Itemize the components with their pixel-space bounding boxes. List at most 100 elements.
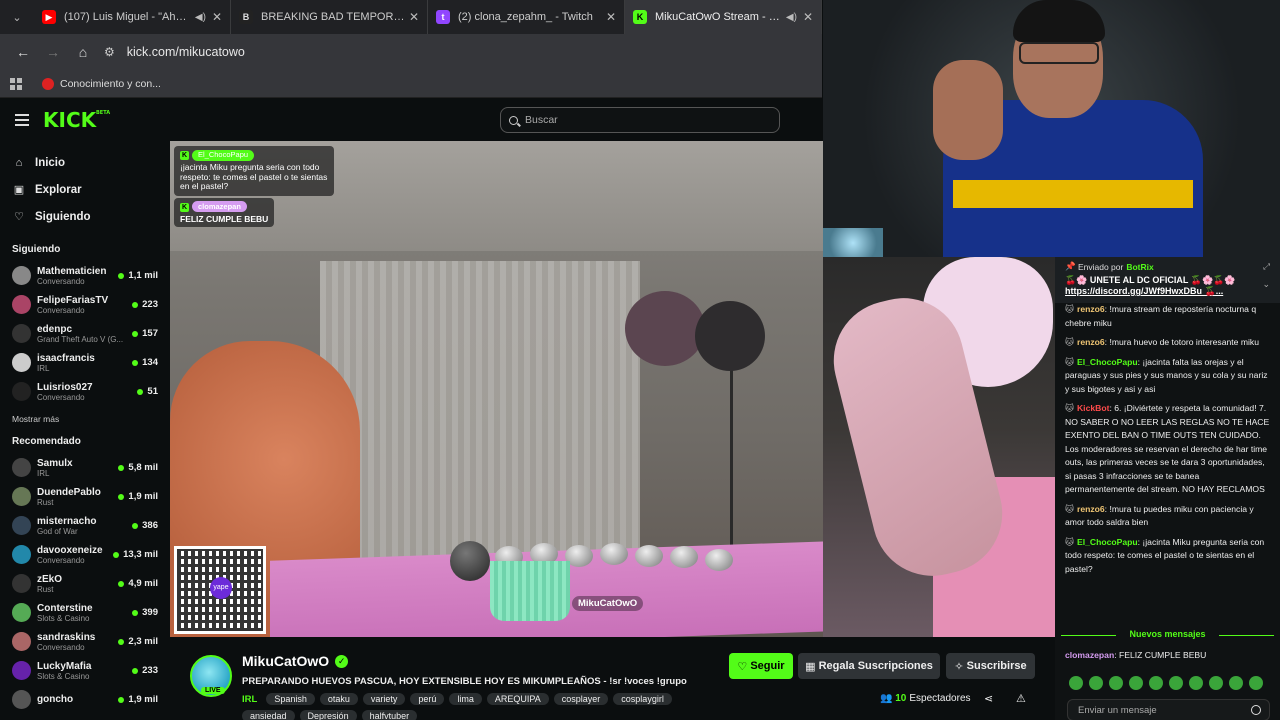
- channel-viewers: 1,1 mil: [118, 270, 158, 281]
- pinned-link[interactable]: https://discord.gg/JWf9HwxDBu 🍒...: [1065, 286, 1270, 297]
- verified-icon: ✓: [335, 654, 349, 668]
- chat-username[interactable]: El_ChocoPapu: [1077, 537, 1138, 547]
- follow-button[interactable]: ♡ Seguir: [729, 653, 793, 679]
- emote-icon[interactable]: [1109, 676, 1123, 690]
- sidebar-channel[interactable]: isaacfrancis IRL 134: [0, 348, 170, 377]
- channel-category: Conversando: [37, 305, 85, 315]
- stream-tag[interactable]: lima: [449, 693, 482, 705]
- chat-overlay-message: K El_ChocoPapu ¡jacinta Miku pregunta ser…: [174, 146, 334, 197]
- tab-title: MikuCatOwO Stream - Watch Live on Kick: [655, 11, 780, 23]
- search-input[interactable]: Buscar: [500, 107, 780, 133]
- video-scene-hat: [625, 291, 705, 366]
- streamer-name[interactable]: MikuCatOwO ✓: [242, 653, 349, 669]
- menu-icon[interactable]: [15, 111, 29, 129]
- apps-icon[interactable]: [10, 77, 22, 90]
- heart-icon: ♡: [14, 211, 24, 223]
- sidebar-channel[interactable]: LuckyMafia Slots & Casino 233: [0, 656, 170, 685]
- url-field[interactable]: ⚙ kick.com/mikucatowo: [104, 38, 822, 66]
- chevron-down-icon[interactable]: ⌄: [1262, 279, 1270, 290]
- overlay-text: FELIZ CUMPLE BEBU: [180, 214, 269, 224]
- close-tab-icon[interactable]: ✕: [803, 10, 813, 24]
- browser-tab-active[interactable]: K MikuCatOwO Stream - Watch Live on Kick…: [625, 0, 822, 34]
- chat-username[interactable]: KickBot: [1077, 403, 1109, 413]
- home-icon[interactable]: ⌂: [68, 37, 98, 67]
- sidebar-channel[interactable]: edenpc Grand Theft Auto V (G... 157: [0, 319, 170, 348]
- nav-siguiendo[interactable]: ♡ Siguiendo: [0, 203, 170, 230]
- star-icon: ✧: [954, 660, 967, 673]
- stream-category[interactable]: IRL: [242, 694, 257, 705]
- emote-icon[interactable]: [1069, 676, 1083, 690]
- video-player[interactable]: K El_ChocoPapu ¡jacinta Miku pregunta ser…: [170, 141, 823, 637]
- emote-icon[interactable]: [1209, 676, 1223, 690]
- show-more-link[interactable]: Mostrar más: [0, 414, 170, 424]
- sidebar-channel[interactable]: misternacho God of War 386: [0, 511, 170, 540]
- channel-category: Conversando: [37, 392, 85, 402]
- nav-explorar[interactable]: ▣ Explorar: [0, 176, 170, 203]
- chat-username[interactable]: renzo6: [1077, 304, 1105, 314]
- kick-logo[interactable]: KICK BETA: [43, 108, 110, 132]
- stream-tag[interactable]: otaku: [319, 693, 358, 705]
- stream-tag[interactable]: cosplayer: [553, 693, 609, 705]
- subscribe-button[interactable]: ✧ Suscribirse: [946, 653, 1035, 679]
- browser-tab[interactable]: ▶ (107) Luis Miguel - "Ahora te puedes m…: [34, 0, 231, 34]
- unpin-icon[interactable]: ⤢: [1263, 261, 1270, 272]
- emote-icon[interactable]: [1189, 676, 1203, 690]
- sidebar-channel[interactable]: DuendePablo Rust 1,9 mil: [0, 482, 170, 511]
- sidebar-channel[interactable]: Mathematicien Conversando 1,1 mil: [0, 261, 170, 290]
- tab-search-dropdown-icon[interactable]: ⌄: [0, 0, 34, 34]
- stream-tag[interactable]: variety: [362, 693, 406, 705]
- avatar: [12, 458, 31, 477]
- emote-icon[interactable]: [1249, 676, 1263, 690]
- channel-category: Slots & Casino: [37, 613, 90, 623]
- browser-tab[interactable]: B BREAKING BAD TEMPORADA 4 ✕: [231, 0, 428, 34]
- sidebar-channel[interactable]: Samulx IRL 5,8 mil: [0, 453, 170, 482]
- stream-tag[interactable]: perú: [410, 693, 445, 705]
- channel-category: Conversando: [37, 642, 85, 652]
- sidebar-channel[interactable]: goncho 1,9 mil: [0, 685, 170, 714]
- report-icon[interactable]: ⚠: [1016, 692, 1026, 705]
- sidebar-channel[interactable]: Conterstine Slots & Casino 399: [0, 598, 170, 627]
- chat-username[interactable]: El_ChocoPapu: [1077, 357, 1138, 367]
- sidebar-channel[interactable]: davooxeneize Conversando 13,3 mil: [0, 540, 170, 569]
- nav-inicio[interactable]: ⌂ Inicio: [0, 149, 170, 176]
- sidebar-channel[interactable]: FelipeFariasTV Conversando 223: [0, 290, 170, 319]
- chat-input[interactable]: Enviar un mensaje: [1067, 699, 1270, 720]
- emote-icon[interactable]: [1169, 676, 1183, 690]
- emote-icon[interactable]: [1149, 676, 1163, 690]
- speaker-icon[interactable]: ◀): [786, 12, 797, 23]
- channel-category: God of War: [37, 526, 78, 536]
- emote-icon[interactable]: [1129, 676, 1143, 690]
- channel-viewers: 13,3 mil: [113, 549, 158, 560]
- chat-panel: 📌 Enviado por BotRix 🍒🌸 UNETE AL DC OFICI…: [1055, 257, 1280, 720]
- site-settings-icon[interactable]: ⚙: [104, 45, 115, 59]
- bookmark-item[interactable]: Conocimiento y con...: [60, 78, 161, 90]
- share-icon[interactable]: ⋖: [984, 692, 993, 705]
- sidebar-channel[interactable]: zEkO Rust 4,9 mil: [0, 569, 170, 598]
- stream-tag[interactable]: Depresión: [299, 710, 357, 720]
- channel-viewers: 51: [137, 386, 158, 397]
- chat-username[interactable]: clomazepan: [1065, 650, 1114, 660]
- sidebar-channel[interactable]: Luisrios027 Conversando 51: [0, 377, 170, 406]
- stream-tag[interactable]: halfvtuber: [361, 710, 418, 720]
- chat-username[interactable]: renzo6: [1077, 504, 1105, 514]
- emote-icon[interactable]: [1089, 676, 1103, 690]
- emoji-picker-icon[interactable]: [1251, 705, 1261, 715]
- video-scene-egg: [635, 545, 663, 567]
- stream-tag[interactable]: ansiedad: [242, 710, 295, 720]
- close-tab-icon[interactable]: ✕: [212, 10, 222, 24]
- stream-tag[interactable]: cosplaygirl: [613, 693, 672, 705]
- channel-category: Rust: [37, 497, 54, 507]
- close-tab-icon[interactable]: ✕: [409, 10, 419, 24]
- sidebar-channel[interactable]: sandraskins Conversando 2,3 mil: [0, 627, 170, 656]
- speaker-icon[interactable]: ◀): [195, 12, 206, 23]
- gift-subs-button[interactable]: ▦ Regala Suscripciones: [798, 653, 940, 679]
- stream-tag[interactable]: AREQUIPA: [486, 693, 549, 705]
- close-tab-icon[interactable]: ✕: [606, 10, 616, 24]
- emote-icon[interactable]: [1229, 676, 1243, 690]
- chat-username[interactable]: renzo6: [1077, 337, 1105, 347]
- forward-icon[interactable]: →: [38, 37, 68, 67]
- stream-tag[interactable]: Spanish: [266, 693, 315, 705]
- browser-tab[interactable]: t (2) clona_zepahm_ - Twitch ✕: [428, 0, 625, 34]
- new-messages-separator[interactable]: Nuevos mensajes: [1055, 629, 1280, 639]
- back-icon[interactable]: ←: [8, 37, 38, 67]
